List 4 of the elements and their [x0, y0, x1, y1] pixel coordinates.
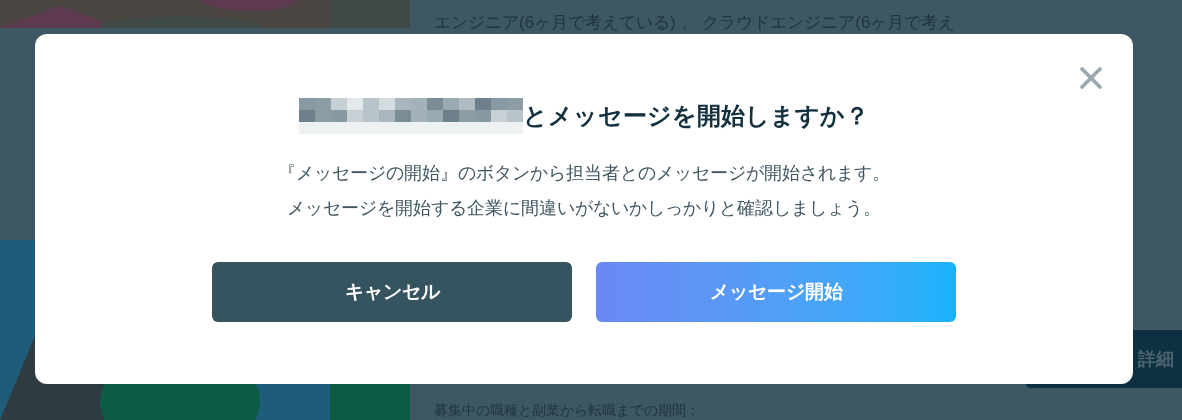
dialog-message: メッセージを開始する企業に間違いがないかしっかりと確認しましょう。 — [287, 197, 881, 220]
cancel-button[interactable]: キャンセル — [212, 262, 572, 322]
dialog-title: とメッセージを開始しますか？ — [523, 101, 869, 131]
dialog-message: 『メッセージの開始』のボタンから担当者とのメッセージが開始されます。 — [278, 162, 890, 185]
